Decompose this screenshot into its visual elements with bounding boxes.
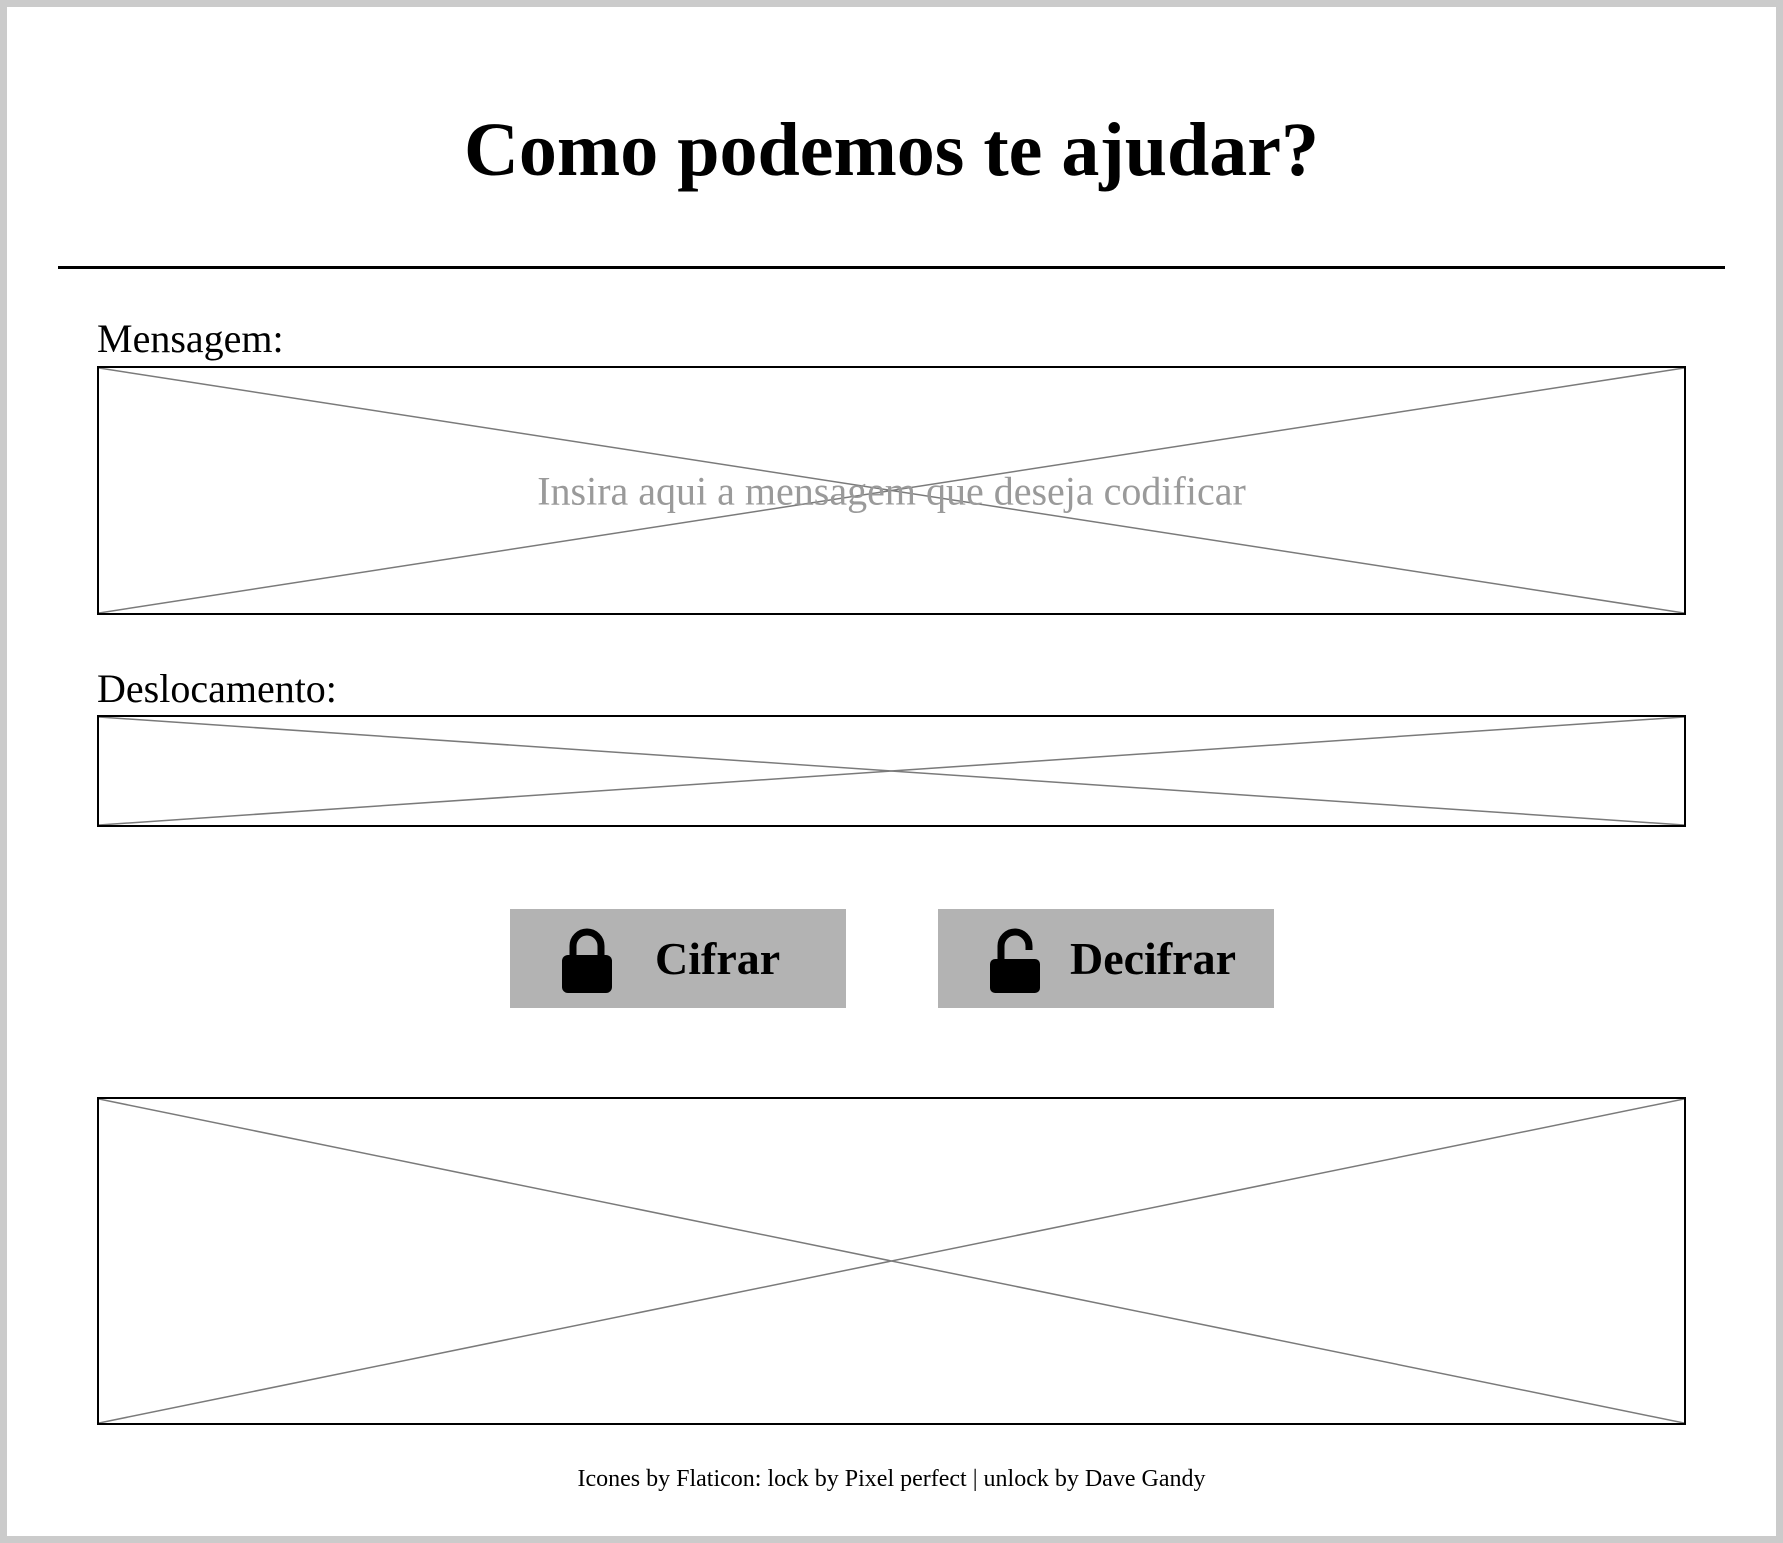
encrypt-button-label: Cifrar [655, 933, 781, 984]
shift-label: Deslocamento: [97, 666, 337, 711]
decrypt-button[interactable]: Decifrar [938, 909, 1274, 1008]
result-output-placeholder-cross [99, 1099, 1684, 1423]
message-label: Mensagem: [97, 316, 284, 361]
title-divider [58, 266, 1725, 269]
message-input-placeholder: Insira aqui a mensagem que deseja codifi… [537, 468, 1246, 513]
unlock-icon [988, 926, 1042, 994]
decrypt-button-label: Decifrar [1070, 933, 1236, 984]
message-input[interactable]: Insira aqui a mensagem que deseja codifi… [97, 366, 1686, 615]
shift-input[interactable] [97, 715, 1686, 827]
result-output [97, 1097, 1686, 1425]
icon-credits: Icones by Flaticon: lock by Pixel perfec… [577, 1466, 1206, 1492]
page-title: Como podemos te ajudar? [464, 108, 1319, 192]
shift-input-placeholder-cross [99, 717, 1684, 825]
encrypt-button[interactable]: Cifrar [510, 909, 846, 1008]
lock-icon [560, 926, 614, 994]
